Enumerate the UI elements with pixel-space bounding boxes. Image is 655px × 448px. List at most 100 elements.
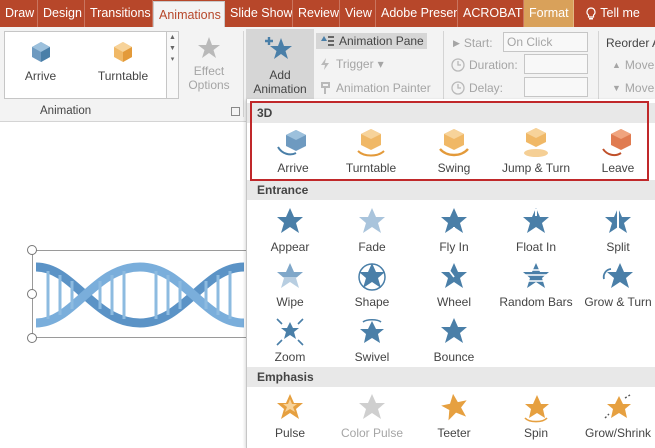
effect-label: Float In — [515, 240, 557, 254]
effect-label: Split — [606, 240, 630, 254]
trigger-button[interactable]: Trigger ▾ — [318, 57, 384, 71]
effect-entrance-shape[interactable]: Shape — [331, 261, 413, 309]
delay-label-row: Delay: — [451, 81, 503, 95]
add-label: Add — [269, 68, 291, 82]
wipe-star-icon — [275, 263, 305, 291]
effect-label: Spin — [523, 426, 549, 440]
swivel-star-icon — [360, 318, 384, 343]
effect-entrance-bounce[interactable]: Bounce — [413, 316, 495, 364]
shape-star-icon — [358, 263, 386, 291]
effect-label: Grow & Turn — [584, 295, 652, 309]
animation-label: Animation — [253, 82, 307, 96]
effect-label: Shape — [354, 295, 390, 309]
duration-field[interactable] — [524, 54, 588, 74]
tab-format[interactable]: Format — [524, 0, 574, 27]
effect-label: Color Pulse — [340, 426, 404, 440]
duration-label-row: Duration: — [451, 58, 518, 72]
add-star-icon — [265, 37, 292, 59]
slide-canvas[interactable] — [0, 123, 252, 448]
tab-transitions[interactable]: Transitions — [85, 0, 153, 27]
trigger-label: Trigger — [336, 57, 374, 71]
tab-tell-me[interactable]: Tell me — [580, 0, 655, 27]
tab-review[interactable]: Review — [293, 0, 340, 27]
effect-emphasis-teeter[interactable]: Teeter — [413, 392, 495, 440]
start-value: On Click — [507, 35, 553, 49]
lightning-icon — [321, 58, 329, 70]
appear-star-icon — [277, 208, 303, 233]
reorder-label: Reorder A — [606, 36, 655, 50]
effect-entrance-fade[interactable]: Fade — [331, 206, 413, 254]
animation-pane-label: Animation Pane — [339, 34, 424, 48]
resize-handle[interactable] — [27, 245, 37, 255]
animation-group-label: Animation — [40, 105, 92, 117]
up-arrow-icon: ▲ — [612, 60, 621, 70]
zoom-star-icon — [276, 318, 304, 346]
split-star-icon — [605, 208, 631, 236]
animation-pane-icon — [321, 36, 334, 46]
gallery-turntable-button[interactable]: Turntable — [93, 40, 153, 83]
dialog-launcher-icon[interactable] — [231, 107, 240, 116]
effect-entrance-grow-and-turn[interactable]: Grow & Turn — [577, 261, 655, 309]
effect-emphasis-spin[interactable]: Spin — [495, 392, 577, 440]
dropdown-arrow-icon: ▾ — [377, 57, 384, 71]
move-earlier-button[interactable]: ▲ Move — [612, 58, 654, 72]
effect-emphasis-color-pulse[interactable]: Color Pulse — [331, 392, 413, 440]
effect-entrance-wipe[interactable]: Wipe — [249, 261, 331, 309]
tell-me-label: Tell me — [600, 6, 640, 20]
section-emphasis-header: Emphasis — [247, 367, 655, 387]
move-earlier-label: Move — [624, 58, 655, 72]
tab-adobe-presenter[interactable]: Adobe Presen — [376, 0, 458, 27]
tab-design[interactable]: Design — [38, 0, 85, 27]
dna-helix-image[interactable] — [34, 257, 246, 333]
effect-label: Fade — [358, 240, 386, 254]
move-later-button[interactable]: ▼ Move — [612, 81, 654, 95]
delay-label: Delay: — [469, 81, 504, 95]
start-dropdown[interactable]: On Click — [503, 32, 588, 52]
lightbulb-icon — [586, 7, 596, 20]
effect-entrance-float-in[interactable]: Float In — [495, 206, 577, 254]
gallery-turntable-label: Turntable — [97, 69, 149, 83]
effect-label: Fly In — [439, 240, 469, 254]
tab-slide-show[interactable]: Slide Show — [225, 0, 293, 27]
effect-label: Swivel — [354, 350, 390, 364]
effect-entrance-zoom[interactable]: Zoom — [249, 316, 331, 364]
effect-entrance-swivel[interactable]: Swivel — [331, 316, 413, 364]
teeter-star-icon — [441, 393, 467, 421]
down-arrow-icon: ▼ — [612, 83, 621, 93]
effect-options-button[interactable]: Effect Options — [183, 35, 235, 92]
tab-draw[interactable]: Draw — [0, 0, 38, 27]
effect-emphasis-pulse[interactable]: Pulse — [249, 392, 331, 440]
animation-painter-button[interactable]: Animation Painter — [318, 81, 431, 95]
options-label: Options — [188, 78, 230, 92]
tab-acrobat[interactable]: ACROBAT — [458, 0, 524, 27]
section-entrance-header: Entrance — [247, 180, 655, 200]
turntable-3d-icon — [114, 42, 132, 62]
gallery-scroll[interactable]: ▲ ▼ ▾ — [166, 32, 178, 98]
effect-label: Bounce — [433, 350, 475, 364]
effect-entrance-random-bars[interactable]: Random Bars — [495, 261, 577, 309]
highlight-frame-3d — [250, 101, 649, 181]
wheel-star-icon — [441, 263, 467, 288]
grow-turn-star-icon — [602, 263, 633, 288]
effect-emphasis-grow-shrink[interactable]: Grow/Shrink — [577, 392, 655, 440]
clock-icon — [451, 81, 465, 95]
effect-entrance-appear[interactable]: Appear — [249, 206, 331, 254]
effect-label: Grow/Shrink — [584, 426, 652, 440]
effect-entrance-split[interactable]: Split — [577, 206, 655, 254]
spin-star-icon — [524, 395, 549, 423]
animation-pane-button[interactable]: Animation Pane — [316, 33, 427, 49]
random-bars-star-icon — [521, 263, 551, 288]
tab-animations[interactable]: Animations — [153, 1, 225, 27]
effect-label: Pulse — [274, 426, 306, 440]
bounce-star-icon — [441, 318, 467, 343]
resize-handle[interactable] — [27, 333, 37, 343]
effect-label: Teeter — [437, 426, 471, 440]
tab-view[interactable]: View — [340, 0, 376, 27]
gallery-arrive-button[interactable]: Arrive — [13, 40, 68, 83]
effect-entrance-fly-in[interactable]: Fly In — [413, 206, 495, 254]
delay-field[interactable] — [524, 77, 588, 97]
painter-brush-icon — [321, 82, 330, 94]
fade-star-icon — [359, 208, 385, 233]
effect-entrance-wheel[interactable]: Wheel — [413, 261, 495, 309]
add-animation-button[interactable]: Add Animation — [246, 29, 314, 99]
